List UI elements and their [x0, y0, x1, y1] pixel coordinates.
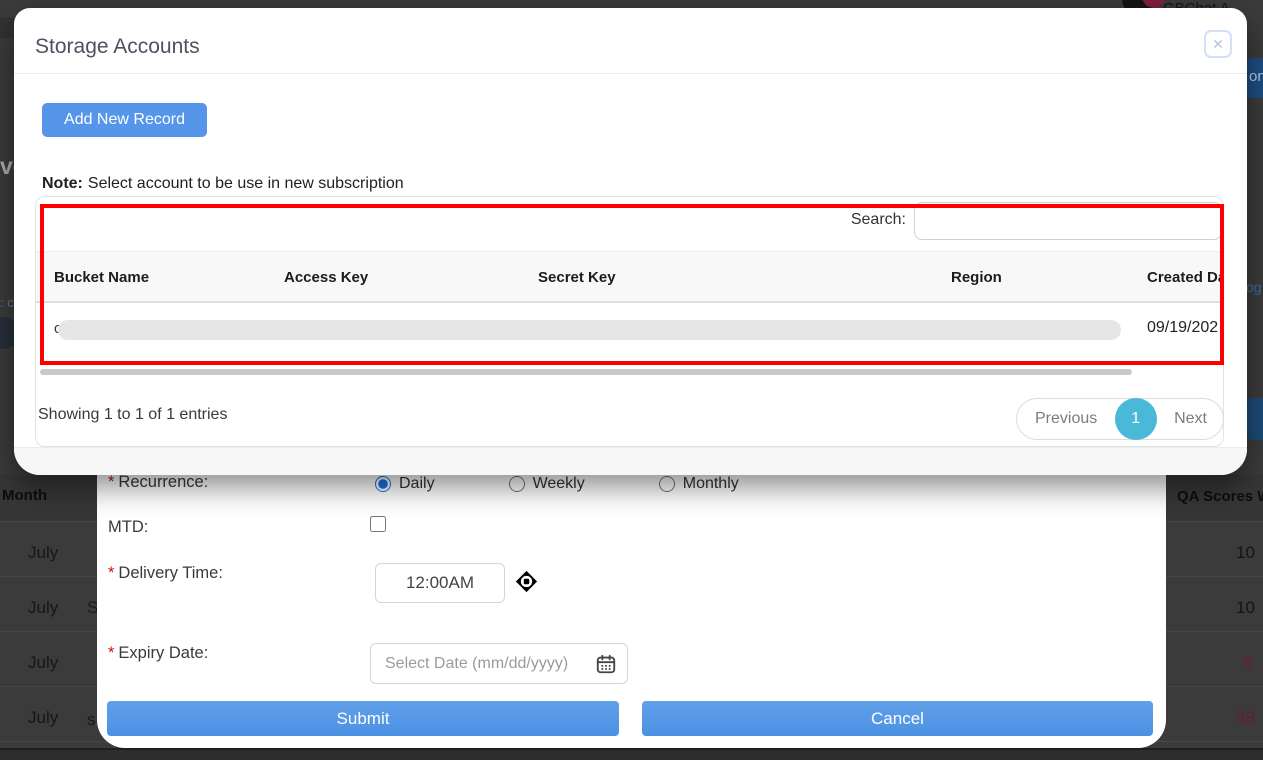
showing-entries-text: Showing 1 to 1 of 1 entries	[38, 406, 227, 424]
table-header-row: Bucket Name Access Key Secret Key Region…	[36, 251, 1224, 303]
column-header-bucket-name[interactable]: Bucket Name	[54, 269, 149, 286]
background-footer-strip	[0, 748, 1263, 760]
screen: GBChat A on ve : c og Month QA Scores W …	[0, 0, 1263, 760]
table-cell-qa-score: 10	[1236, 598, 1255, 618]
column-header-access-key[interactable]: Access Key	[284, 269, 368, 286]
created-date-cell: 09/19/202	[1147, 319, 1218, 337]
modal-header-divider	[14, 73, 1247, 74]
pagination-page-1[interactable]: 1	[1115, 398, 1157, 440]
background-text-fragment: : c	[0, 295, 14, 310]
calendar-icon[interactable]	[595, 653, 617, 675]
table-cell-qa-score: 10	[1236, 543, 1255, 563]
subscription-form-panel: *Recurrence: Daily Weekly Monthly MTD: *…	[97, 448, 1166, 748]
table-cell-month: July	[28, 653, 58, 673]
required-marker: *	[108, 564, 114, 582]
column-header-secret-key[interactable]: Secret Key	[538, 269, 616, 286]
radio-daily-input[interactable]	[375, 476, 391, 492]
table-cell-qa-score: 6	[1243, 653, 1252, 673]
add-new-record-button[interactable]: Add New Record	[42, 103, 207, 137]
column-header-month: Month	[2, 487, 47, 504]
radio-daily-label: Daily	[399, 475, 435, 493]
storage-accounts-modal: Storage Accounts ✕ Add New Record Note:S…	[14, 8, 1247, 475]
radio-weekly[interactable]: Weekly	[509, 475, 585, 493]
modal-title: Storage Accounts	[35, 35, 200, 59]
recurrence-label: *Recurrence:	[108, 473, 208, 492]
background-link-fragment: og	[1246, 279, 1262, 295]
required-marker: *	[108, 473, 114, 491]
table-cell-month: July	[28, 598, 58, 618]
pagination: Previous 1 Next	[1016, 398, 1224, 440]
radio-weekly-label: Weekly	[533, 475, 585, 493]
recurrence-radio-group: Daily Weekly Monthly	[375, 475, 739, 493]
search-input[interactable]	[914, 202, 1222, 240]
radio-weekly-input[interactable]	[509, 476, 525, 492]
redacted-data-pill	[58, 320, 1121, 340]
close-icon[interactable]: ✕	[1204, 30, 1232, 58]
table-cell-month: July	[28, 708, 58, 728]
background-block	[0, 18, 14, 38]
expiry-date-field[interactable]	[370, 643, 628, 684]
table-row[interactable]: c 09/19/202	[36, 303, 1224, 359]
radio-monthly-label: Monthly	[683, 475, 739, 493]
table-cell-fragment: s	[87, 710, 96, 730]
cancel-button[interactable]: Cancel	[642, 701, 1153, 736]
expiry-date-label: *Expiry Date:	[108, 644, 208, 663]
column-header-qa-scores: QA Scores W	[1177, 488, 1263, 505]
pagination-next[interactable]: Next	[1174, 410, 1207, 428]
pagination-previous[interactable]: Previous	[1035, 410, 1097, 428]
delivery-time-input[interactable]	[375, 563, 505, 603]
expiry-date-input[interactable]	[371, 644, 595, 683]
mtd-checkbox[interactable]	[370, 516, 386, 532]
column-header-region[interactable]: Region	[951, 269, 1002, 286]
submit-button[interactable]: Submit	[107, 701, 619, 736]
modal-footer-band	[14, 447, 1247, 475]
search-label: Search:	[841, 211, 906, 229]
time-picker-icon[interactable]	[514, 569, 539, 594]
column-header-created-date[interactable]: Created Da	[1147, 269, 1224, 286]
background-button-fragment: on	[1246, 58, 1263, 98]
delivery-time-label: *Delivery Time:	[108, 564, 223, 583]
note-label: Note:	[42, 175, 83, 192]
horizontal-scrollbar[interactable]	[40, 369, 1132, 375]
note-text: Note:Select account to be use in new sub…	[42, 175, 404, 193]
radio-monthly-input[interactable]	[659, 476, 675, 492]
radio-daily[interactable]: Daily	[375, 475, 435, 493]
table-cell-month: July	[28, 543, 58, 563]
mtd-label: MTD:	[108, 518, 148, 537]
required-marker: *	[108, 644, 114, 662]
table-cell-qa-score: 58	[1236, 708, 1255, 728]
radio-monthly[interactable]: Monthly	[659, 475, 739, 493]
